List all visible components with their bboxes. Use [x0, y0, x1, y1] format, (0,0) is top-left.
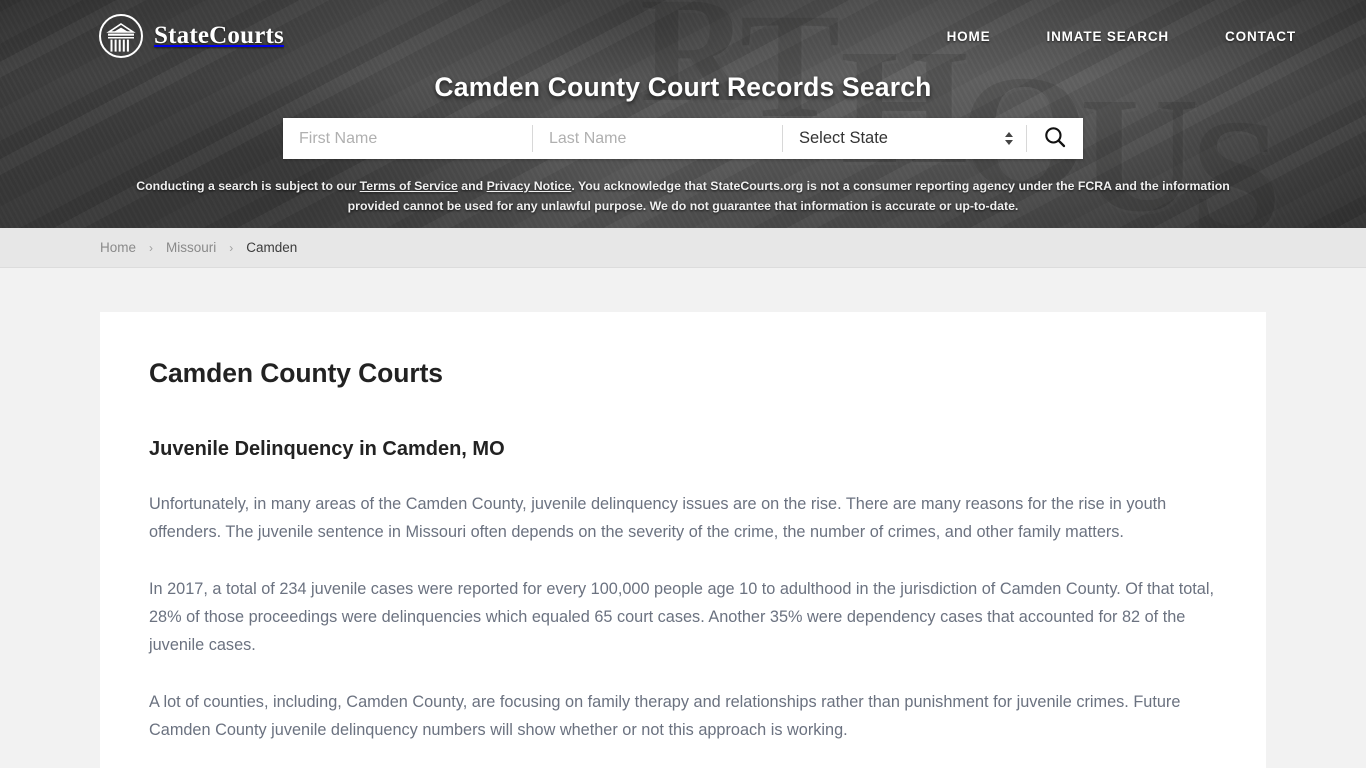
state-select-value: Select State — [799, 129, 888, 147]
brand-name: StateCourts — [154, 22, 284, 49]
paragraph: In 2017, a total of 234 juvenile cases w… — [149, 580, 1214, 654]
breadcrumb-item-missouri[interactable]: Missouri — [166, 240, 216, 255]
paragraph: A lot of counties, including, Camden Cou… — [149, 693, 1181, 739]
breadcrumb-separator-icon: › — [229, 240, 234, 255]
courthouse-circle-icon — [99, 14, 143, 58]
breadcrumb-bar: Home › Missouri › Camden — [0, 228, 1366, 268]
nav-item-contact[interactable]: CONTACT — [1225, 29, 1296, 44]
main-navigation: HOME INMATE SEARCH CONTACT — [947, 29, 1296, 44]
first-name-input[interactable] — [283, 118, 532, 159]
search-submit-button[interactable] — [1026, 125, 1083, 152]
disclaimer-text-part2: and — [457, 179, 487, 193]
page-body: Camden County Courts Juvenile Delinquenc… — [0, 268, 1366, 768]
state-select[interactable]: Select State — [783, 118, 1026, 159]
breadcrumb-item-home[interactable]: Home — [100, 240, 136, 255]
breadcrumb: Home › Missouri › Camden — [100, 240, 297, 255]
chevron-updown-icon — [1005, 132, 1013, 145]
disclaimer-text-part1: Conducting a search is subject to our — [136, 179, 360, 193]
nav-item-home[interactable]: HOME — [947, 29, 991, 44]
content-heading: Camden County Courts — [149, 358, 443, 388]
site-header-bar: StateCourts HOME INMATE SEARCH CONTACT — [0, 0, 1366, 72]
privacy-notice-link[interactable]: Privacy Notice — [487, 179, 572, 193]
paragraph: Unfortunately, in many areas of the Camd… — [149, 495, 1167, 541]
last-name-input[interactable] — [533, 118, 782, 159]
hero-header: R T H O U S — [0, 0, 1366, 228]
breadcrumb-item-camden: Camden — [246, 240, 298, 255]
brand-logo-link[interactable]: StateCourts — [99, 14, 284, 58]
content-card: Camden County Courts Juvenile Delinquenc… — [100, 312, 1266, 768]
breadcrumb-separator-icon: › — [149, 240, 154, 255]
terms-of-service-link[interactable]: Terms of Service — [360, 179, 458, 193]
search-icon — [1043, 125, 1067, 152]
nav-item-inmate-search[interactable]: INMATE SEARCH — [1046, 29, 1169, 44]
search-disclaimer: Conducting a search is subject to our Te… — [0, 176, 1366, 216]
records-search-form: Select State — [283, 118, 1083, 159]
section-heading-juvenile-delinquency: Juvenile Delinquency in Camden, MO — [149, 438, 505, 460]
page-title: Camden County Court Records Search — [434, 72, 932, 102]
